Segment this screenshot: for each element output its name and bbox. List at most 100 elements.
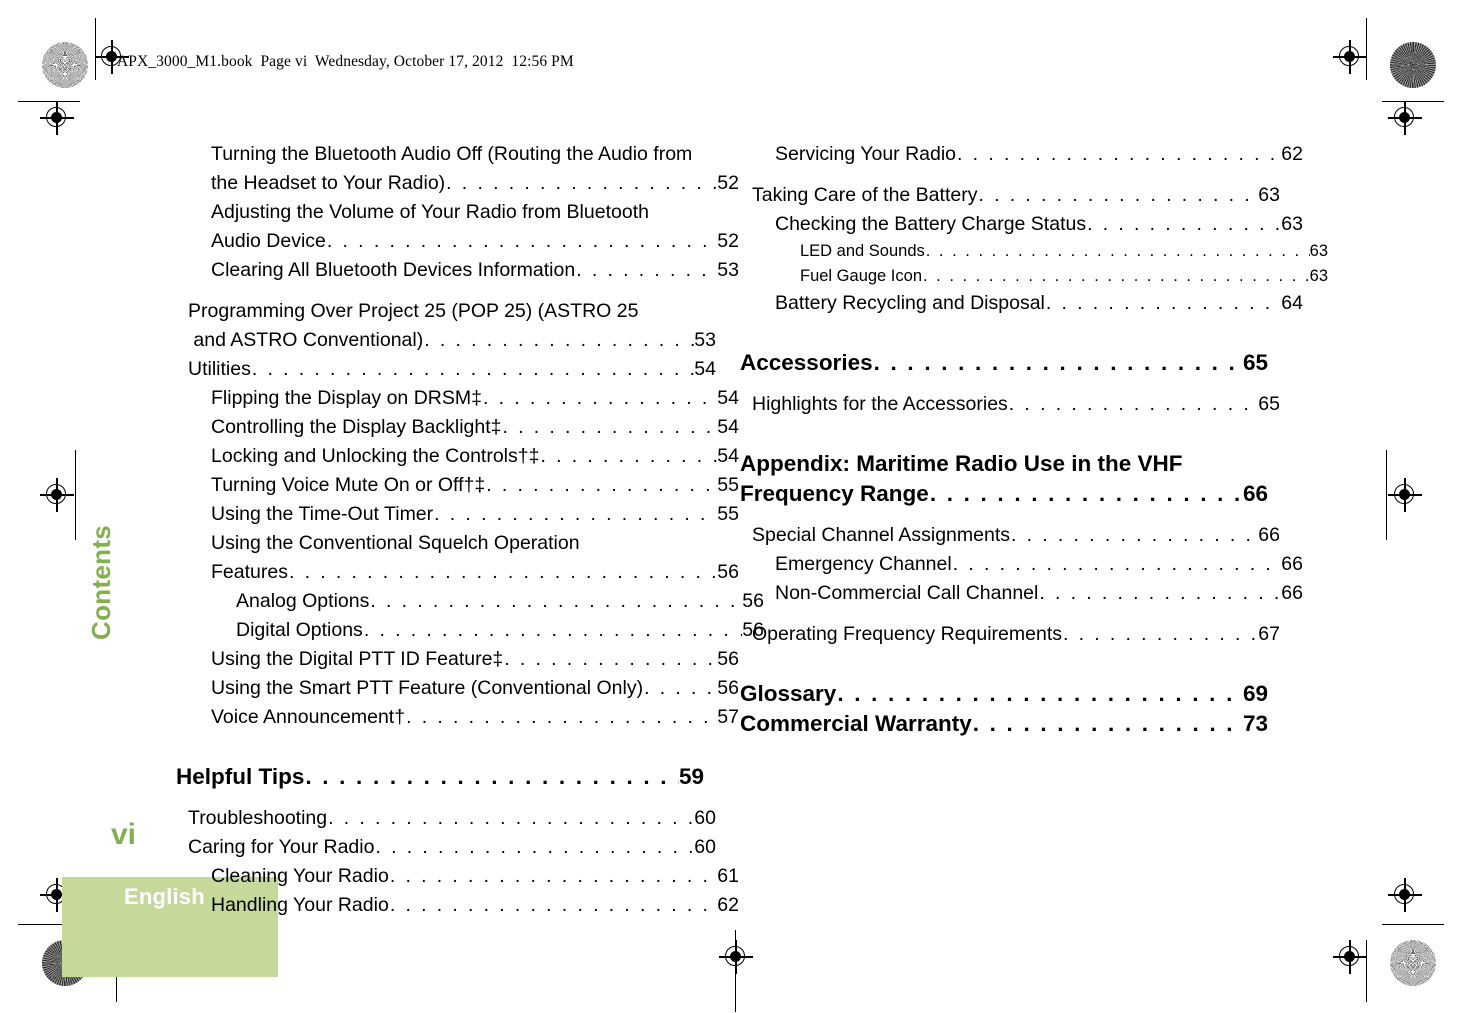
registration-target-middle-left <box>40 478 74 512</box>
toc-entry-page-number: 60 <box>694 807 716 829</box>
toc-leader-dots: . . . . . . . . . . . . . . . . . . . . … <box>1011 524 1258 546</box>
toc-entry-page-number: 55 <box>717 503 739 525</box>
toc-leader-dots: . . . . . . . . . . . . . . . . . . . . … <box>957 143 1281 165</box>
toc-entry[interactable]: Commercial Warranty . . . . . . . . . . … <box>740 709 1268 739</box>
toc-entry-label: Using the Digital PTT ID Feature‡ <box>211 648 504 670</box>
toc-entry-page-number: 54 <box>717 416 739 438</box>
toc-leader-dots: . . . . . . . . . . . . . . . . . . . . … <box>925 242 1310 260</box>
toc-entry-page-number: 73 <box>1242 711 1268 736</box>
toc-entry[interactable]: Audio Device . . . . . . . . . . . . . .… <box>211 227 739 256</box>
rosette-mark-top-right <box>1390 42 1436 88</box>
toc-entry-label: Controlling the Display Backlight‡ <box>211 416 502 438</box>
registration-target-middle-right <box>1388 478 1422 512</box>
toc-leader-dots: . . . . . . . . . . . . . . . . . . . . … <box>486 474 717 496</box>
toc-entry[interactable]: the Headset to Your Radio) . . . . . . .… <box>211 169 739 198</box>
toc-entry[interactable]: Handling Your Radio . . . . . . . . . . … <box>211 891 739 920</box>
toc-entry-label: Caring for Your Radio <box>188 836 375 858</box>
toc-leader-dots: . . . . . . . . . . . . . . . . . . . . … <box>837 681 1243 706</box>
toc-entry-label: Fuel Gauge Icon <box>800 267 922 285</box>
toc-entry[interactable]: Checking the Battery Charge Status . . .… <box>775 210 1303 239</box>
toc-entry-page-number: 63 <box>1309 242 1328 260</box>
toc-leader-dots: . . . . . . . . . . . . . . . . . . . . … <box>446 172 717 194</box>
toc-entry[interactable]: Flipping the Display on DRSM‡ . . . . . … <box>211 384 739 413</box>
toc-entry[interactable]: Frequency Range . . . . . . . . . . . . … <box>740 479 1268 509</box>
toc-spacer <box>740 378 1268 390</box>
toc-entry-page-number: 54 <box>694 358 716 380</box>
toc-entry[interactable]: Utilities . . . . . . . . . . . . . . . … <box>188 355 716 384</box>
toc-entry-label: the Headset to Your Radio) <box>211 172 446 194</box>
toc-entry-wrapped-line: Adjusting the Volume of Your Radio from … <box>211 201 649 223</box>
toc-entry[interactable]: Locking and Unlocking the Controls†‡ . .… <box>211 442 739 471</box>
toc-entry[interactable]: Cleaning Your Radio . . . . . . . . . . … <box>211 862 739 891</box>
toc-entry[interactable]: Digital Options . . . . . . . . . . . . … <box>236 616 764 645</box>
crop-line-bottom-right-vertical <box>1366 940 1368 1002</box>
crop-line-top-left-vertical <box>95 18 97 80</box>
toc-entry-page-number: 62 <box>717 894 739 916</box>
toc-entry-wrapped-line: Appendix: Maritime Radio Use in the VHF <box>740 451 1183 476</box>
toc-entry-label: Flipping the Display on DRSM‡ <box>211 387 482 409</box>
toc-spacer <box>176 285 704 297</box>
crop-line-middle-left-vertical <box>75 450 77 540</box>
page-number-folio: vi <box>111 818 137 851</box>
toc-entry[interactable]: Operating Frequency Requirements . . . .… <box>752 620 1280 649</box>
toc-entry[interactable]: Caring for Your Radio . . . . . . . . . … <box>188 833 716 862</box>
toc-entry-page-number: 57 <box>717 706 739 728</box>
toc-entry[interactable]: Accessories . . . . . . . . . . . . . . … <box>740 348 1268 378</box>
toc-entry[interactable]: Controlling the Display Backlight‡ . . .… <box>211 413 739 442</box>
toc-entry-page-number: 67 <box>1258 623 1280 645</box>
toc-leader-dots: . . . . . . . . . . . . . . . . . . . . … <box>972 711 1243 736</box>
toc-leader-dots: . . . . . . . . . . . . . . . . . . . . … <box>326 230 717 252</box>
toc-entry[interactable]: and ASTRO Conventional) . . . . . . . . … <box>188 326 716 355</box>
toc-entry-label: Battery Recycling and Disposal <box>775 292 1045 314</box>
toc-entry[interactable]: Clearing All Bluetooth Devices Informati… <box>211 256 739 285</box>
toc-entry[interactable]: Non-Commercial Call Channel . . . . . . … <box>775 579 1303 608</box>
toc-entry-label: Servicing Your Radio <box>775 143 957 165</box>
toc-entry[interactable]: Battery Recycling and Disposal . . . . .… <box>775 289 1303 318</box>
toc-entry-page-number: 56 <box>717 677 739 699</box>
toc-leader-dots: . . . . . . . . . . . . . . . . . . . . … <box>482 387 717 409</box>
toc-column-right: Servicing Your Radio . . . . . . . . . .… <box>740 140 1328 739</box>
toc-entry[interactable]: Taking Care of the Battery . . . . . . .… <box>752 181 1280 210</box>
toc-entry-page-number: 63 <box>1258 184 1280 206</box>
crop-line-top-right-horizontal <box>1382 101 1444 103</box>
toc-leader-dots: . . . . . . . . . . . . . . . . . . . . … <box>328 807 694 829</box>
toc-entry[interactable]: Highlights for the Accessories . . . . .… <box>752 390 1280 419</box>
rosette-mark-bottom-right <box>1390 940 1436 986</box>
toc-entry-page-number: 66 <box>1258 524 1280 546</box>
crop-line-bottom-center-vertical <box>735 930 737 1012</box>
toc-entry[interactable]: Voice Announcement† . . . . . . . . . . … <box>211 703 739 732</box>
toc-entry[interactable]: Servicing Your Radio . . . . . . . . . .… <box>775 140 1303 169</box>
toc-entry[interactable]: Using the Digital PTT ID Feature‡ . . . … <box>211 645 739 674</box>
toc-entry-page-number: 63 <box>1309 267 1328 285</box>
toc-entry[interactable]: Helpful Tips . . . . . . . . . . . . . .… <box>176 762 704 792</box>
toc-spacer <box>740 608 1268 620</box>
toc-entry[interactable]: Troubleshooting . . . . . . . . . . . . … <box>188 804 716 833</box>
toc-entry[interactable]: Using the Smart PTT Feature (Conventiona… <box>211 674 739 703</box>
toc-entry[interactable]: Emergency Channel . . . . . . . . . . . … <box>775 550 1303 579</box>
toc-entry[interactable]: LED and Sounds . . . . . . . . . . . . .… <box>800 239 1328 264</box>
toc-entry-label: Checking the Battery Charge Status <box>775 213 1087 235</box>
toc-entry[interactable]: Fuel Gauge Icon . . . . . . . . . . . . … <box>800 264 1328 289</box>
toc-spacer <box>740 419 1268 449</box>
toc-entry[interactable]: Glossary . . . . . . . . . . . . . . . .… <box>740 679 1268 709</box>
toc-entry[interactable]: Analog Options . . . . . . . . . . . . .… <box>236 587 764 616</box>
toc-entry[interactable]: Features . . . . . . . . . . . . . . . .… <box>211 558 739 587</box>
toc-entry[interactable]: Using the Time-Out Timer . . . . . . . .… <box>211 500 739 529</box>
toc-entry-page-number: 63 <box>1281 213 1303 235</box>
registration-target-bottom-right-inner <box>1388 878 1422 912</box>
toc-entry[interactable]: Turning Voice Mute On or Off†‡ . . . . .… <box>211 471 739 500</box>
toc-entry-label: Taking Care of the Battery <box>752 184 978 206</box>
document-header-stamp: APX_3000_M1.book Page vi Wednesday, Octo… <box>117 53 574 70</box>
toc-entry-label: Helpful Tips <box>176 764 305 789</box>
toc-entry[interactable]: Special Channel Assignments . . . . . . … <box>752 521 1280 550</box>
toc-entry-label: Turning Voice Mute On or Off†‡ <box>211 474 486 496</box>
toc-entry-page-number: 61 <box>717 865 739 887</box>
toc-leader-dots: . . . . . . . . . . . . . . . . . . . . … <box>1008 393 1259 415</box>
toc-spacer <box>176 732 704 762</box>
toc-spacer <box>740 509 1268 521</box>
toc-entry-page-number: 56 <box>717 648 739 670</box>
toc-entry-label: Cleaning Your Radio <box>211 865 389 887</box>
toc-entry-label: Non-Commercial Call Channel <box>775 582 1039 604</box>
toc-entry-page-number: 60 <box>694 836 716 858</box>
toc-entry-page-number: 65 <box>1242 350 1268 375</box>
